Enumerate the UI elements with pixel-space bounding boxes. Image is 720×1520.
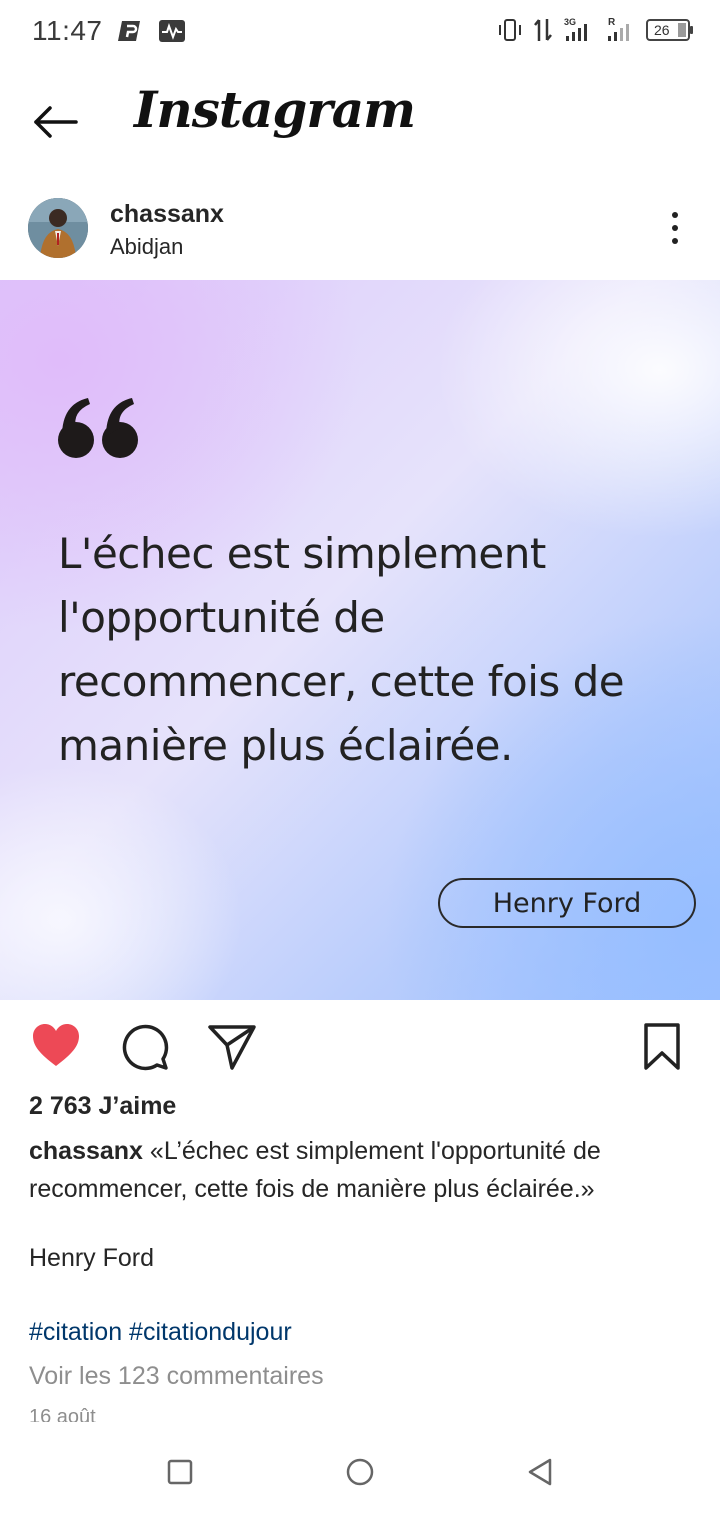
heart-icon [33,1024,79,1066]
back-arrow-icon [34,106,78,138]
triangle-back-icon [528,1458,552,1486]
status-bar: 11:47 3G R 26 [0,0,720,64]
battery-level: 26 [654,22,670,38]
post-date: 16 août [29,1406,96,1422]
hashtags[interactable]: #citation #citationdujour [29,1318,292,1347]
post-header: chassanx Abidjan [0,190,720,280]
post-location[interactable]: Abidjan [110,234,183,260]
like-button[interactable] [30,1020,82,1072]
data-transfer-icon [534,19,552,41]
status-left-icons [116,19,186,43]
nav-back-button[interactable] [524,1456,556,1488]
status-right-icons: 3G R 26 [496,16,693,44]
parking-icon [118,21,140,41]
circle-icon [346,1458,374,1486]
app-header: Instagram [0,66,720,176]
back-button[interactable] [30,96,82,148]
more-options-button[interactable] [660,208,690,248]
quote-mark-icon [58,398,138,458]
battery-indicator: 26 [646,19,693,41]
caption-author-name[interactable]: chassanx [29,1137,143,1165]
send-icon [208,1025,256,1070]
signal-3g-icon: 3G [564,17,587,41]
more-vertical-icon [672,212,678,218]
action-bar [0,1010,720,1082]
view-comments-link[interactable]: Voir les 123 commentaires [29,1362,324,1391]
home-button[interactable] [344,1456,376,1488]
signal-roaming-icon: R [608,17,629,41]
square-icon [167,1459,193,1485]
svg-text:3G: 3G [564,17,576,27]
more-dot [672,225,678,231]
like-count[interactable]: 2 763 J’aime [29,1092,176,1121]
more-dot [672,238,678,244]
save-button[interactable] [636,1020,688,1072]
quote-author-pill: Henry Ford [438,878,696,928]
comment-icon [122,1024,169,1071]
battery-fill [678,23,686,37]
caption-quote-author: Henry Ford [29,1244,155,1272]
post-caption: chassanx «L’échec est simplement l'oppor… [29,1132,699,1208]
quote-text: L'échec est simplement l'opportunité de … [58,529,625,770]
post-image[interactable]: L'échec est simplement l'opportunité de … [0,280,720,1000]
bookmark-icon [644,1023,680,1070]
app-title: Instagram [134,80,416,139]
comment-button[interactable] [118,1020,170,1072]
avatar[interactable] [28,198,88,258]
svg-text:R: R [608,17,616,28]
vibrate-icon [499,19,521,41]
activity-icon [159,20,185,42]
share-button[interactable] [206,1020,258,1072]
post-author-name[interactable]: chassanx [110,200,224,229]
avatar-image [28,198,88,258]
status-time: 11:47 [32,15,103,46]
recents-button[interactable] [164,1456,196,1488]
system-nav-bar [0,1424,720,1520]
